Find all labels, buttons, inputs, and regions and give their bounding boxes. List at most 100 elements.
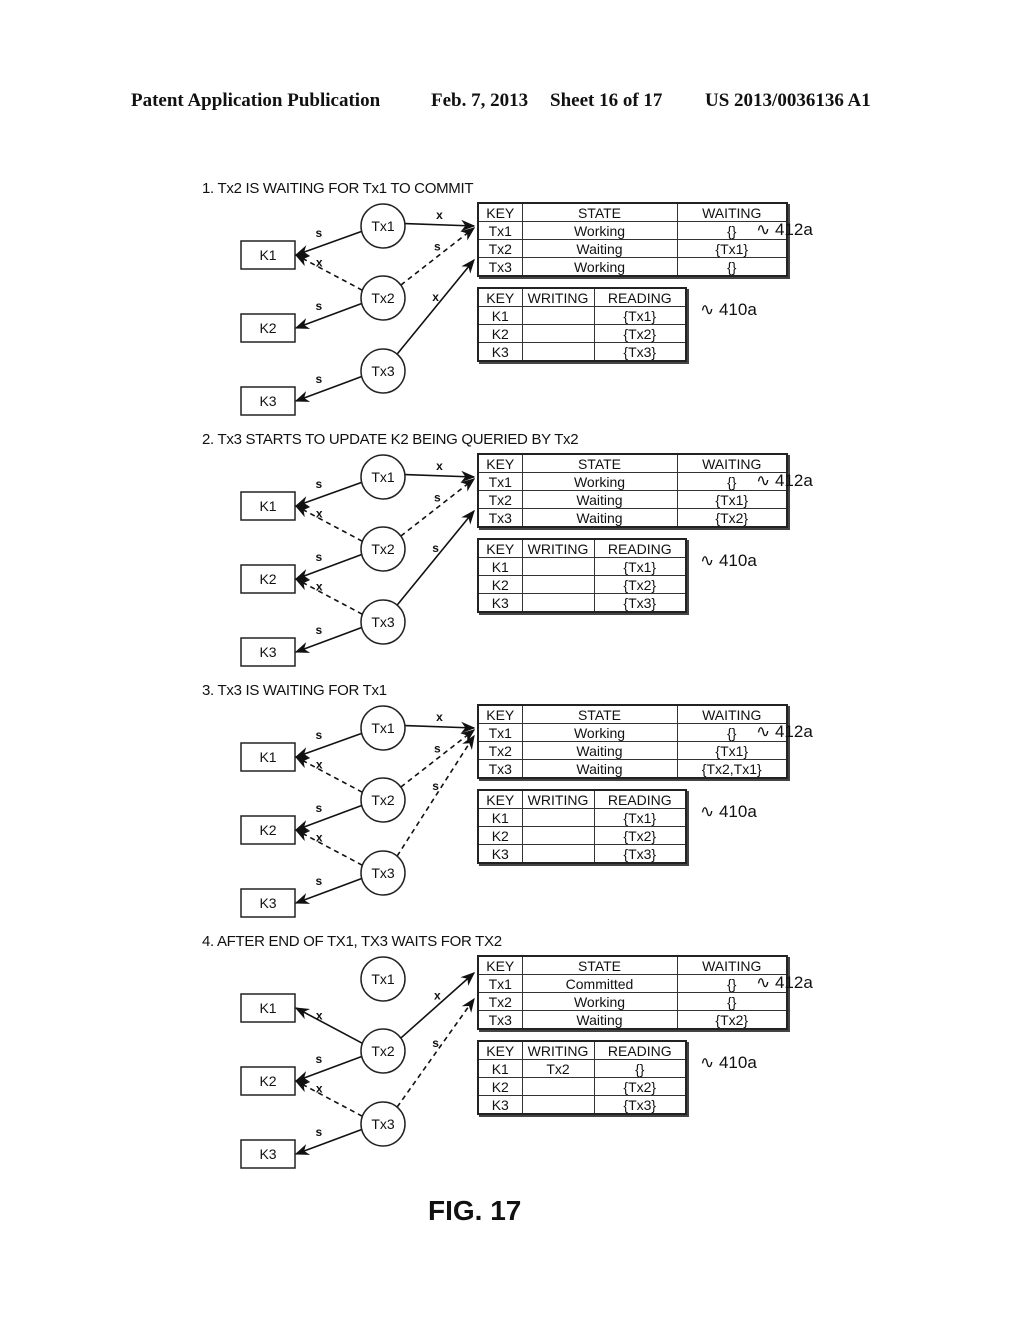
table-cell: {Tx1} [593,808,687,827]
column-header: KEY [477,955,523,975]
table-cell: K3 [477,342,523,362]
table-cell: Tx1 [477,723,523,742]
table-cell: K3 [477,593,523,613]
key-node-k3: K3 [240,637,296,667]
svg-text:Tx1: Tx1 [371,469,395,485]
transaction-row: Tx2 Waiting {Tx1} [477,741,788,760]
svg-text:Tx2: Tx2 [371,792,395,808]
svg-text:Tx2: Tx2 [371,541,395,557]
publication-type: Patent Application Publication [131,90,381,111]
transaction-row: Tx3 Working{} [477,257,788,277]
column-header: READING [593,287,687,307]
table-cell: {} [676,257,788,277]
table-cell [521,575,595,594]
edge-label: s [316,299,323,313]
table-cell [521,306,595,325]
table-cell: Waiting [521,1010,678,1030]
table-cell: Tx2 [477,741,523,760]
edge-label: s [316,1052,323,1066]
table-cell [521,808,595,827]
transaction-node-tx3: Tx3 [360,348,406,394]
table-cell: {Tx1} [593,557,687,576]
diagram-panel-2: 2. Tx3 STARTS TO UPDATE K2 BEING QUERIED… [0,427,1024,677]
edge-tx3-k3 [294,877,362,904]
column-header: WAITING [676,453,788,473]
transaction-row: Tx3 Waiting {Tx2} [477,508,788,528]
column-header: KEY [477,453,523,473]
key-row: K3 {Tx3} [477,1095,687,1115]
table-cell: K3 [477,844,523,864]
svg-text:Tx3: Tx3 [371,614,395,630]
column-header: WRITING [521,789,595,809]
table-cell: {Tx2} [593,1077,687,1096]
edge-tx3-k3 [294,1128,362,1155]
key-row: K3 {Tx3} [477,844,687,864]
edge-label: s [316,1125,323,1139]
edge-tx2-k1 [294,756,363,794]
column-header: WAITING [676,202,788,222]
table-cell: K2 [477,826,523,845]
transaction-state-table: KEY STATE WAITING Tx1 Committed{} Tx2 Working… [477,955,788,1030]
column-header: STATE [521,955,678,975]
table-cell: {Tx3} [593,342,687,362]
edge-label: s [316,623,323,637]
transaction-row: Tx1 Working{} [477,221,788,240]
diagram-panel-3: 3. Tx3 IS WAITING FOR Tx1 K1 K2 K3 s x s x s x s s… [0,678,1024,928]
table-cell: {Tx1} [593,306,687,325]
table-cell: Waiting [521,759,678,779]
edge-tx3-k3 [294,626,362,653]
svg-text:K2: K2 [259,571,276,587]
edge-label: s [432,779,439,793]
column-header: STATE [521,453,678,473]
edge-tx2-k1 [294,254,363,292]
transaction-row: Tx1 Committed{} [477,974,788,993]
edge-label: s [432,541,439,555]
table-cell: Tx2 [477,490,523,509]
transaction-state-table: KEY STATE WAITING Tx1 Working{} Tx2 Waiting {T… [477,202,788,277]
edge-label: s [316,550,323,564]
svg-text:Tx1: Tx1 [371,720,395,736]
table-cell: {Tx3} [593,844,687,864]
table-cell: {Tx2} [593,324,687,343]
table-cell [521,593,595,613]
table-cell [521,557,595,576]
edge-label: s [434,240,441,254]
transaction-row: Tx1 Working{} [477,723,788,742]
sheet-number: Sheet 16 of 17 [550,90,663,111]
edge-tx2-k2 [294,1055,362,1082]
transaction-node-tx3: Tx3 [360,850,406,896]
table-cell: Tx3 [477,257,523,277]
edge-tx2-k2 [294,302,362,329]
table-cell [521,342,595,362]
edge-label: s [315,477,322,491]
transaction-table-reference: ∿ 412a [756,471,813,490]
svg-text:Tx3: Tx3 [371,865,395,881]
svg-text:K3: K3 [259,1146,276,1162]
publication-date: Feb. 7, 2013 [431,90,529,111]
svg-text:K1: K1 [259,498,276,514]
svg-text:Tx3: Tx3 [371,1116,395,1132]
edge-label: s [316,801,323,815]
table-cell: {Tx1} [676,490,788,509]
svg-text:K1: K1 [259,1000,276,1016]
table-cell [521,826,595,845]
edge-label: x [316,1009,323,1023]
edge-tx3-k2 [294,578,363,616]
edge-tx2-k2 [294,553,362,580]
edge-tx3-k2 [294,1080,363,1118]
svg-text:K2: K2 [259,822,276,838]
column-header: KEY [477,789,523,809]
key-lock-table: KEY WRITING READING K1 Tx2{} K2 {Tx2} K3 {Tx3} [477,1040,687,1115]
key-row: K2 {Tx2} [477,826,687,845]
svg-text:K2: K2 [259,1073,276,1089]
column-header: KEY [477,202,523,222]
table-cell: {} [593,1059,687,1078]
table-cell: Tx3 [477,508,523,528]
transaction-row: Tx3 Waiting {Tx2} [477,1010,788,1030]
publication-number: US 2013/0036136 A1 [705,90,871,111]
table-cell: Tx1 [477,221,523,240]
key-table-reference: ∿ 410a [700,1053,757,1072]
table-cell: Tx3 [477,1010,523,1030]
svg-text:Tx3: Tx3 [371,363,395,379]
table-cell: Tx2 [477,992,523,1011]
